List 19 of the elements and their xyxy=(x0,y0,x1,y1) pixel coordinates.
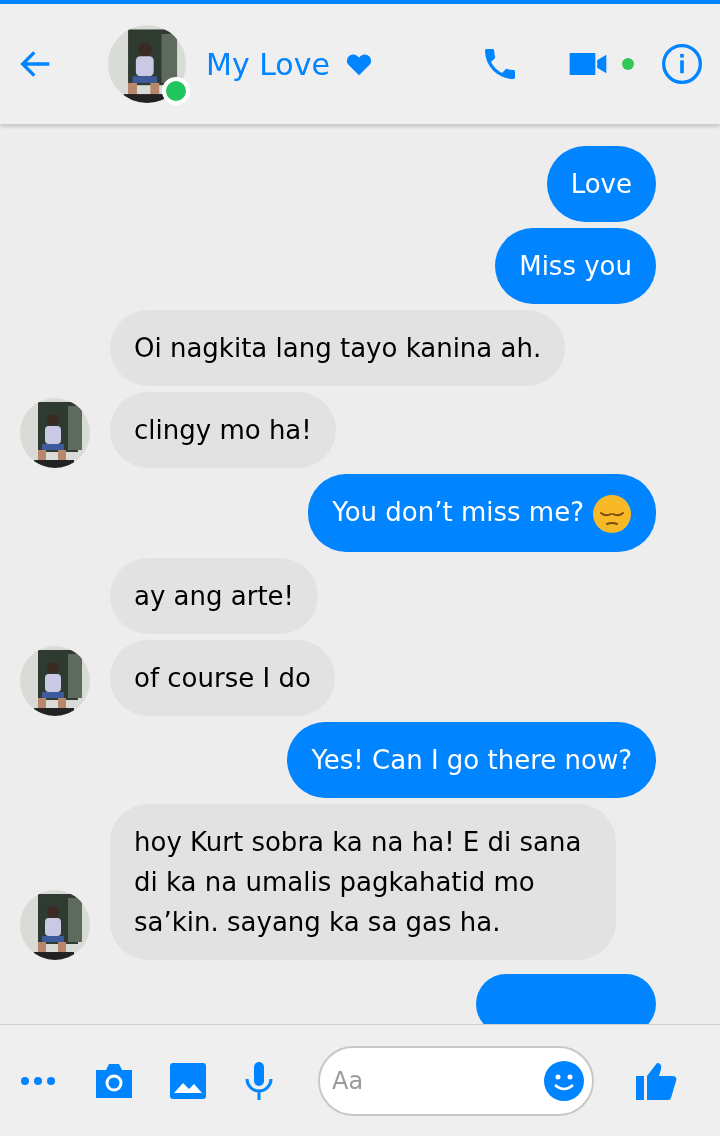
pensive-face-icon xyxy=(592,493,632,534)
smiley-icon[interactable] xyxy=(544,1060,584,1101)
image-icon[interactable] xyxy=(170,1062,206,1099)
microphone-icon[interactable] xyxy=(244,1060,274,1101)
message-text: Oi nagkita lang tayo kanina ah. xyxy=(134,333,542,363)
message-text: clingy mo ha! xyxy=(134,415,312,445)
more-icon[interactable] xyxy=(20,1075,56,1086)
info-icon[interactable] xyxy=(660,42,704,86)
contact-name[interactable]: My Love xyxy=(206,41,330,87)
message-text: Yes! Can I go there now? xyxy=(311,744,632,775)
message-text: You don’t miss me? xyxy=(332,497,584,527)
camera-icon[interactable] xyxy=(94,1061,134,1100)
message-text: of course I do xyxy=(134,662,311,693)
message-text: Love xyxy=(570,169,632,199)
message-text: Miss you xyxy=(519,251,632,281)
text-input[interactable]: Aa xyxy=(332,1062,544,1099)
message-field[interactable]: Aa xyxy=(318,1045,594,1116)
message-text: hoy Kurt sobra ka na ha! E di sana di ka na umalis pagkahatid mo sa’kin. sayang ka sa gas ha. xyxy=(134,826,582,937)
message-text: ay ang arte! xyxy=(134,580,294,611)
